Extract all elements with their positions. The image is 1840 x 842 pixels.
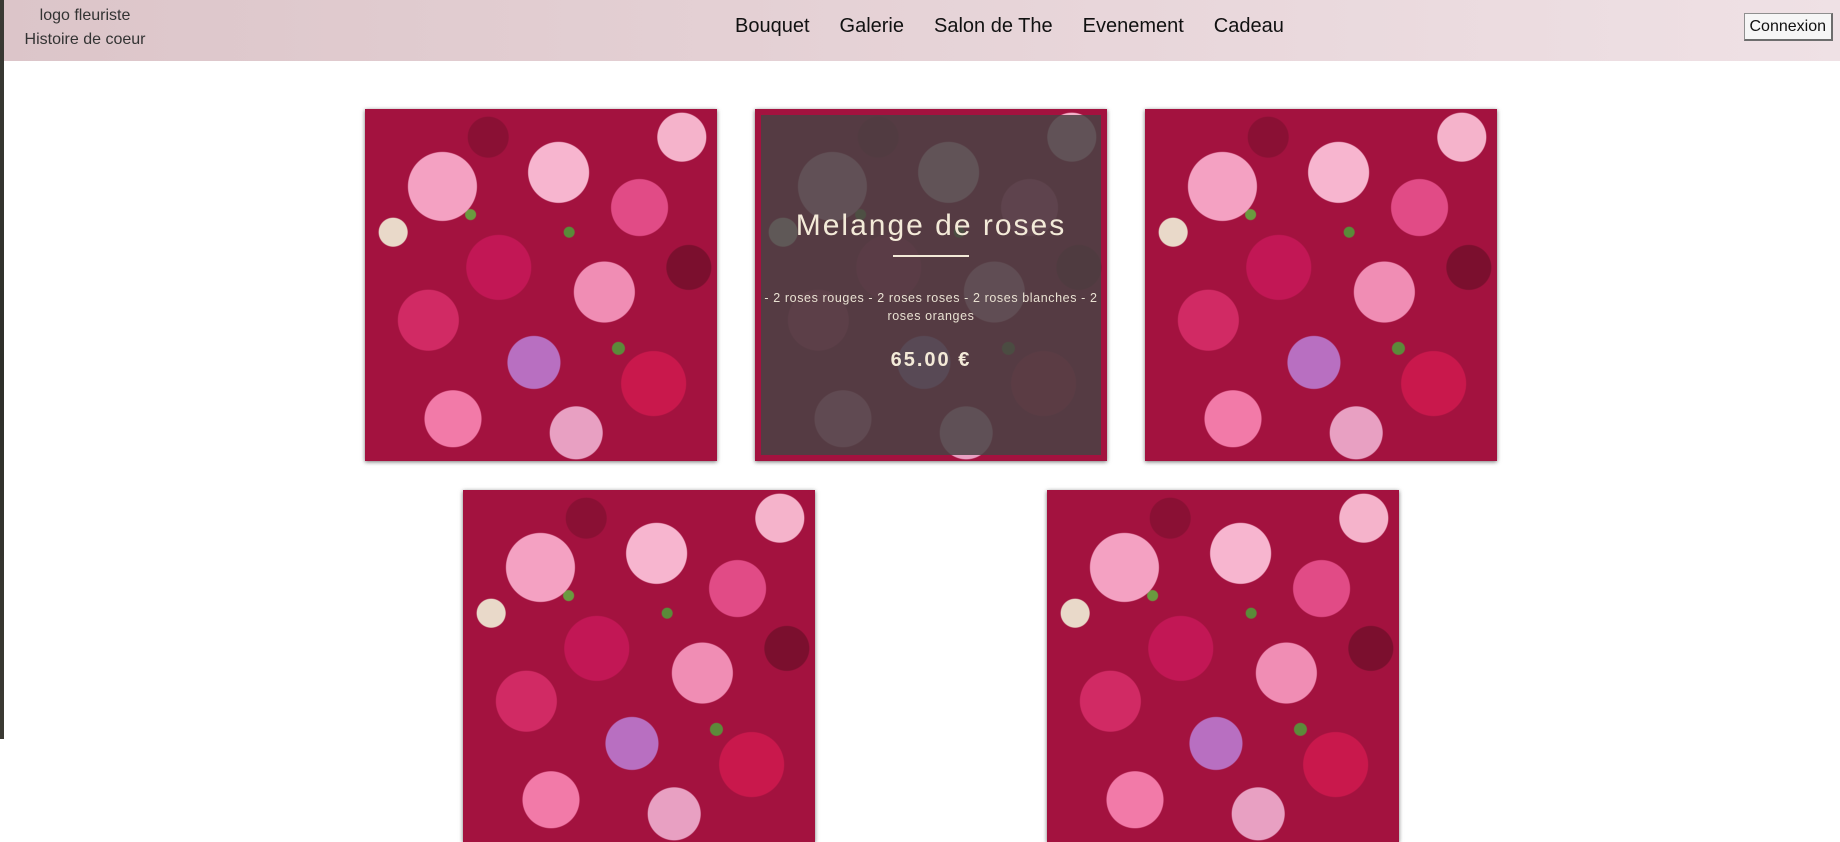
nav-salon-de-the[interactable]: Salon de The xyxy=(934,13,1053,39)
site-header: logo fleuriste Histoire de coeur Bouquet… xyxy=(4,0,1840,61)
title-divider xyxy=(893,255,969,257)
brand-name: Histoire de coeur xyxy=(24,31,146,48)
product-image xyxy=(463,490,815,842)
product-card-hovered[interactable]: Melange de roses - 2 roses rouges - 2 ro… xyxy=(755,109,1107,461)
product-image xyxy=(1145,109,1497,461)
product-card[interactable] xyxy=(463,490,815,842)
logo[interactable]: logo fleuriste Histoire de coeur xyxy=(20,4,150,52)
main-nav: Bouquet Galerie Salon de The Evenement C… xyxy=(735,13,1284,39)
nav-galerie[interactable]: Galerie xyxy=(840,13,904,39)
product-image xyxy=(365,109,717,461)
product-overlay: Melange de roses - 2 roses rouges - 2 ro… xyxy=(761,115,1101,455)
product-card[interactable] xyxy=(1047,490,1399,842)
product-card[interactable] xyxy=(365,109,717,461)
logo-text: logo fleuriste xyxy=(39,7,131,24)
nav-bouquet[interactable]: Bouquet xyxy=(735,13,810,39)
login-button[interactable]: Connexion xyxy=(1743,13,1833,41)
product-price: 65.00 € xyxy=(890,349,972,371)
product-description: - 2 roses rouges - 2 roses roses - 2 ros… xyxy=(764,291,1098,323)
product-card[interactable] xyxy=(1145,109,1497,461)
product-image xyxy=(1047,490,1399,842)
nav-cadeau[interactable]: Cadeau xyxy=(1214,13,1284,39)
nav-evenement[interactable]: Evenement xyxy=(1083,13,1184,39)
window-edge xyxy=(0,0,4,739)
product-title: Melange de roses xyxy=(795,209,1067,242)
